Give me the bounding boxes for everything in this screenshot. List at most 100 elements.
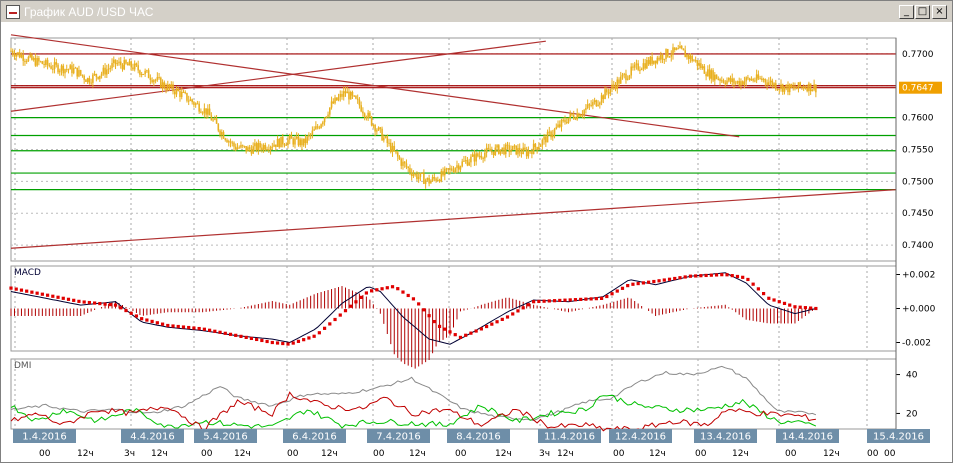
price-bar-body — [398, 156, 401, 160]
macd-signal-point — [338, 313, 342, 317]
price-bar-body — [463, 160, 465, 162]
price-bar-body — [121, 65, 124, 70]
price-bar-body — [731, 78, 734, 83]
price-bar-body — [487, 147, 490, 149]
macd-signal-point — [547, 299, 551, 303]
macd-signal-point — [119, 306, 123, 310]
price-bar-body — [492, 151, 495, 156]
price-bar-body — [780, 84, 782, 89]
macd-signal-point — [343, 309, 348, 313]
macd-signal-point — [720, 273, 724, 277]
maximize-button[interactable]: □ — [915, 5, 930, 19]
price-bar-body — [137, 65, 139, 71]
price-bar-body — [658, 57, 660, 60]
price-bar-body — [72, 68, 75, 74]
macd-signal-point — [594, 297, 598, 301]
macd-signal-point — [322, 326, 327, 330]
price-bar-body — [379, 127, 382, 129]
macd-signal-point — [657, 279, 661, 283]
price-bar-body — [727, 77, 730, 81]
price-bar-body — [428, 177, 430, 184]
price-bar-body — [104, 67, 106, 75]
price-bar-body — [29, 54, 31, 57]
price-bar-body — [510, 150, 512, 153]
price-bar-body — [327, 114, 329, 117]
macd-signal-point — [725, 273, 729, 277]
price-bar-body — [538, 146, 540, 150]
hour-axis-label: 00 — [373, 449, 385, 459]
price-bar-body — [22, 54, 24, 61]
price-bar-body — [642, 63, 645, 70]
macd-signal-point — [746, 277, 750, 282]
hour-axis-label: 3ч — [124, 449, 135, 459]
price-bar-body — [485, 147, 488, 153]
price-bar-body — [741, 81, 744, 85]
price-bar-body — [670, 54, 673, 57]
price-bar-body — [630, 66, 632, 76]
price-bar-body — [691, 55, 693, 62]
price-bar-body — [585, 107, 587, 110]
date-axis-label: 8.4.2016 — [456, 432, 501, 443]
price-bar-body — [102, 67, 105, 74]
minimize-button[interactable]: _ — [899, 5, 914, 19]
price-bar-body — [809, 83, 812, 92]
price-bar-body — [48, 65, 51, 67]
price-bar-body — [227, 141, 230, 143]
price-bar-body — [308, 135, 310, 137]
price-bar-body — [555, 127, 558, 130]
price-bar-body — [334, 97, 336, 104]
price-bar-body — [337, 97, 340, 101]
close-button[interactable]: × — [932, 5, 947, 19]
price-bar-body — [464, 160, 467, 162]
price-bar-body — [461, 161, 464, 167]
price-bar-body — [60, 65, 63, 71]
price-bar-body — [64, 69, 66, 74]
price-bar-body — [640, 69, 643, 71]
price-bar-body — [719, 79, 721, 81]
price-bar-body — [497, 145, 500, 154]
price-bar-body — [419, 172, 422, 177]
macd-signal-point — [98, 301, 102, 306]
price-bar-body — [612, 84, 615, 86]
macd-signal-point — [260, 338, 264, 343]
price-bar-body — [752, 79, 754, 81]
price-bar-body — [11, 50, 14, 55]
price-bar-body — [475, 153, 477, 162]
price-bar-body — [543, 136, 545, 140]
price-bar-body — [520, 152, 523, 154]
price-bar-body — [597, 104, 599, 107]
macd-signal-point — [573, 298, 578, 302]
price-bar-body — [424, 180, 427, 184]
chart-canvas[interactable]: 0.77000.76500.76000.75500.75000.74500.74… — [1, 1, 952, 462]
price-bar-body — [370, 116, 373, 126]
price-bar-body — [541, 139, 544, 146]
price-bar-body — [470, 156, 472, 163]
price-bar-body — [142, 73, 145, 75]
price-bar-body — [799, 82, 801, 87]
price-bar-body — [720, 80, 723, 82]
macd-signal-point — [803, 306, 808, 310]
price-bar-body — [710, 70, 713, 79]
price-bar-body — [57, 64, 59, 73]
price-bar-body — [322, 122, 324, 125]
macd-signal-point — [51, 294, 55, 298]
date-axis-label: 1.4.2016 — [22, 432, 67, 443]
price-bar-body — [515, 145, 518, 155]
price-bar-body — [280, 136, 282, 148]
price-bar-body — [316, 126, 319, 128]
price-bar-body — [170, 84, 173, 88]
price-bar-body — [797, 82, 800, 89]
macd-signal-point — [103, 302, 107, 306]
price-bar-body — [524, 147, 526, 150]
price-bar-body — [813, 84, 815, 90]
price-bar-body — [417, 176, 420, 180]
price-bar-body — [156, 77, 159, 80]
price-bar-body — [325, 116, 328, 118]
macd-signal-point — [772, 298, 776, 302]
price-bar-body — [715, 74, 718, 79]
macd-signal-point — [443, 327, 447, 331]
price-bar-body — [353, 95, 355, 97]
price-bar-body — [215, 118, 218, 124]
price-bar-body — [15, 54, 18, 57]
macd-signal-point — [77, 299, 81, 303]
